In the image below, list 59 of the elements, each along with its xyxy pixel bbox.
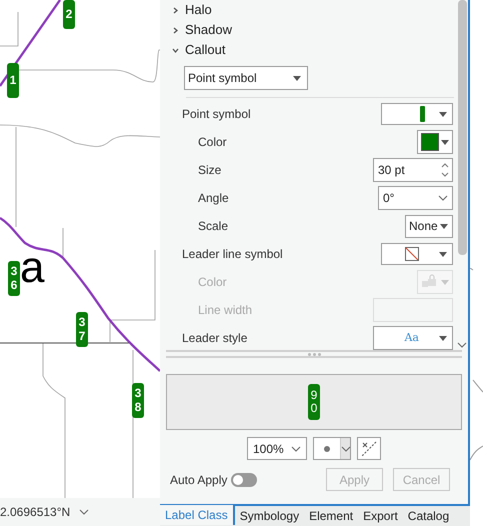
size-field[interactable]: 30 pt <box>373 158 453 182</box>
caret-icon <box>439 112 447 116</box>
section-header[interactable]: Shadow <box>160 20 456 40</box>
property-label: Leader line symbol <box>182 246 283 263</box>
symbol-dropdown[interactable] <box>381 103 453 125</box>
tab[interactable]: Element <box>304 506 358 526</box>
auto-apply-toggle[interactable] <box>231 472 258 486</box>
chevron-icon <box>438 195 448 201</box>
property-label: Point symbol <box>182 106 251 123</box>
color-picker[interactable] <box>417 130 453 154</box>
route-label: 1 <box>7 63 19 98</box>
property-label: Color <box>198 134 227 151</box>
reset-view-icon <box>361 440 377 456</box>
scale-dropdown[interactable]: None <box>405 214 453 238</box>
route-label: 38 <box>132 383 144 418</box>
reset-view-button[interactable] <box>357 437 381 460</box>
spinner-arrows-icon <box>441 161 449 179</box>
property-label: Leader style <box>182 330 248 347</box>
chevron-right-icon <box>172 6 179 14</box>
auto-apply-label: Auto Apply <box>170 472 228 488</box>
property-label: Angle <box>198 190 229 207</box>
chevron-icon <box>340 446 350 452</box>
tab[interactable]: Symbology <box>234 506 304 526</box>
caret-icon <box>439 252 447 256</box>
place-label: a <box>20 246 44 290</box>
angle-field[interactable]: 0° <box>378 186 453 210</box>
chevron-down-icon <box>172 46 179 54</box>
route-label: 36 <box>8 261 20 296</box>
section-header[interactable]: Callout <box>160 40 456 60</box>
caret-icon <box>293 76 301 80</box>
caret-icon <box>441 140 449 144</box>
background-dropdown[interactable] <box>313 437 351 460</box>
caret-icon <box>439 336 447 340</box>
route-label: 2 <box>63 0 75 29</box>
tab[interactable]: Label Class <box>160 505 235 525</box>
tab[interactable]: Export <box>358 506 403 526</box>
callout-type-dropdown[interactable]: Point symbol <box>184 66 308 90</box>
point-symbol-icon <box>420 106 425 122</box>
chevron-icon <box>79 509 90 515</box>
coordinate-text: 2.0696513°N <box>0 504 70 521</box>
caret-icon <box>440 224 448 228</box>
route-label: 37 <box>76 312 88 347</box>
section-header[interactable]: Halo <box>160 0 456 20</box>
scrollbar[interactable] <box>456 0 468 350</box>
caret-icon <box>441 280 449 284</box>
leader-style-dropdown[interactable]: Aa <box>373 326 453 350</box>
zoom-dropdown[interactable]: 100% <box>247 437 307 460</box>
leader-line-icon <box>405 247 419 261</box>
locked-color-icon <box>421 274 437 290</box>
property-label: Color <box>198 274 227 291</box>
property-label: Line width <box>198 302 252 319</box>
property-label: Scale <box>198 218 228 235</box>
preview-label: 90 <box>308 384 320 420</box>
property-label: Size <box>198 162 222 179</box>
chevron-icon <box>291 446 301 452</box>
tab[interactable]: Catalog <box>402 506 454 526</box>
chevron-icon <box>457 342 467 348</box>
line-symbol-dropdown[interactable] <box>381 243 453 265</box>
chevron-right-icon <box>172 26 179 34</box>
